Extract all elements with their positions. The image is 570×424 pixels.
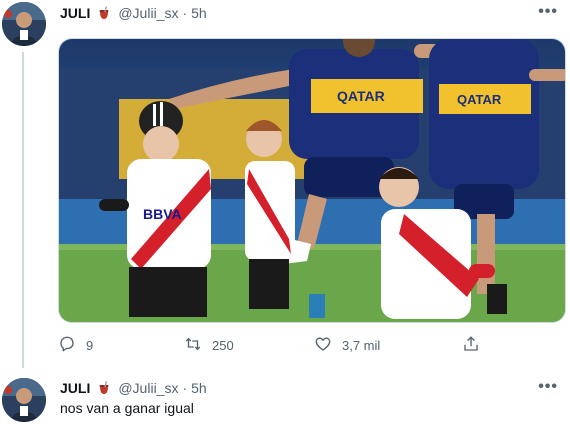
author-name[interactable]: JULI <box>60 5 90 21</box>
tweet-text: nos van a ganar igual <box>60 400 194 416</box>
tweet-media-photo[interactable]: QATAR QATAR BBVA <box>58 38 566 323</box>
reply-button[interactable]: 9 <box>58 335 93 356</box>
reply-icon <box>58 335 76 356</box>
reply-tweet[interactable]: JULI @Julii_sx · 5h ••• nos van a ganar … <box>0 372 570 424</box>
like-button[interactable]: 3,7 mil <box>314 335 380 356</box>
separator-dot: · <box>182 380 188 396</box>
thread-connector <box>22 52 24 368</box>
mate-icon <box>97 381 111 395</box>
like-count: 3,7 mil <box>342 338 381 353</box>
like-icon <box>314 335 332 356</box>
retweet-button[interactable]: 250 <box>184 335 234 356</box>
kid-shirt-sponsor: BBVA <box>143 206 182 222</box>
shirt-sponsor-text: QATAR <box>457 92 502 107</box>
more-icon[interactable]: ••• <box>538 378 558 396</box>
tweet-header: JULI @Julii_sx · 5h <box>60 380 207 396</box>
reply-count: 9 <box>86 338 94 353</box>
avatar[interactable] <box>2 2 46 46</box>
mate-icon <box>97 6 111 20</box>
author-name[interactable]: JULI <box>60 380 90 396</box>
timestamp[interactable]: 5h <box>191 5 207 21</box>
author-handle[interactable]: @Julii_sx <box>118 380 178 396</box>
tweet[interactable]: JULI @Julii_sx · 5h ••• QATAR QATAR BBVA… <box>0 0 570 370</box>
timestamp[interactable]: 5h <box>191 380 207 396</box>
retweet-icon <box>184 335 202 356</box>
avatar[interactable] <box>2 378 46 422</box>
separator-dot: · <box>182 5 188 21</box>
share-button[interactable] <box>462 335 480 356</box>
tweet-header: JULI @Julii_sx · 5h <box>60 5 207 21</box>
more-icon[interactable]: ••• <box>538 3 558 21</box>
tweet-actions: 9 250 3,7 mil <box>58 335 518 355</box>
shirt-sponsor-text: QATAR <box>337 88 385 104</box>
retweet-count: 250 <box>212 338 234 353</box>
author-handle[interactable]: @Julii_sx <box>118 5 178 21</box>
share-icon <box>462 335 480 356</box>
